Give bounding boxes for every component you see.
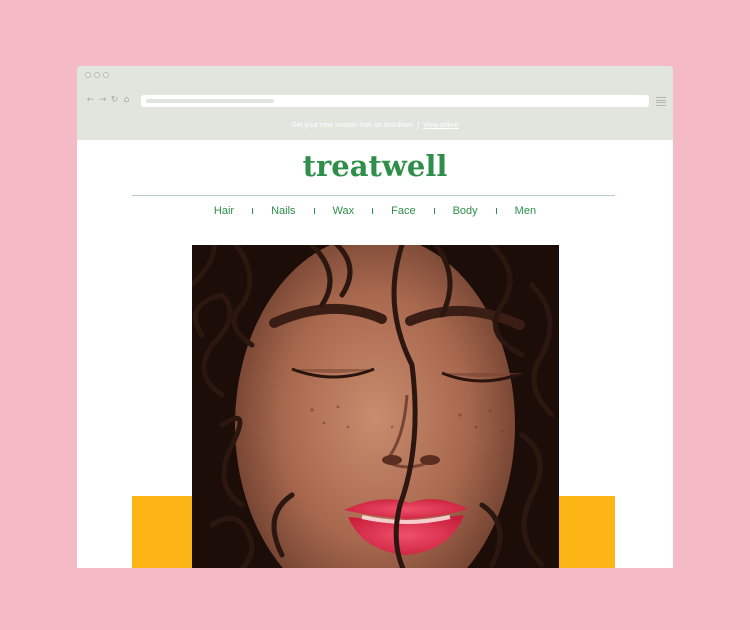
close-window-button[interactable] xyxy=(85,72,91,78)
minimize-window-button[interactable] xyxy=(94,72,100,78)
accent-block-left xyxy=(132,496,192,568)
browser-chrome: ← → ↻ ⌂ Get your new season look on lock… xyxy=(77,66,673,140)
nav-item-wax[interactable]: Wax xyxy=(315,204,373,218)
accent-block-right xyxy=(559,496,615,568)
hero-portrait-image[interactable] xyxy=(192,245,559,568)
maximize-window-button[interactable] xyxy=(103,72,109,78)
nav-item-men[interactable]: Men xyxy=(497,204,554,218)
nav-item-nails[interactable]: Nails xyxy=(253,204,313,218)
category-nav: Hair Nails Wax Face Body Men xyxy=(77,204,673,218)
address-bar[interactable] xyxy=(141,95,649,107)
browser-window: ← → ↻ ⌂ Get your new season look on lock… xyxy=(77,66,673,568)
window-controls xyxy=(85,72,109,78)
home-icon[interactable]: ⌂ xyxy=(122,95,131,105)
promo-separator: | xyxy=(417,122,419,129)
browser-menu-icon[interactable] xyxy=(656,97,666,106)
address-placeholder xyxy=(146,99,274,103)
back-arrow-icon[interactable]: ← xyxy=(86,95,95,105)
treatwell-logo[interactable]: treatwell xyxy=(77,148,673,184)
browser-nav-buttons: ← → ↻ ⌂ xyxy=(86,95,131,105)
promo-banner: Get your new season look on lockdown | Vie… xyxy=(77,121,673,131)
header-divider xyxy=(132,195,615,196)
nav-item-body[interactable]: Body xyxy=(435,204,496,218)
nav-item-hair[interactable]: Hair xyxy=(196,204,252,218)
promo-text: Get your new season look on lockdown xyxy=(291,122,414,129)
nav-item-face[interactable]: Face xyxy=(373,204,433,218)
reload-icon[interactable]: ↻ xyxy=(110,95,119,105)
view-online-link[interactable]: View online xyxy=(423,122,459,129)
forward-arrow-icon[interactable]: → xyxy=(98,95,107,105)
